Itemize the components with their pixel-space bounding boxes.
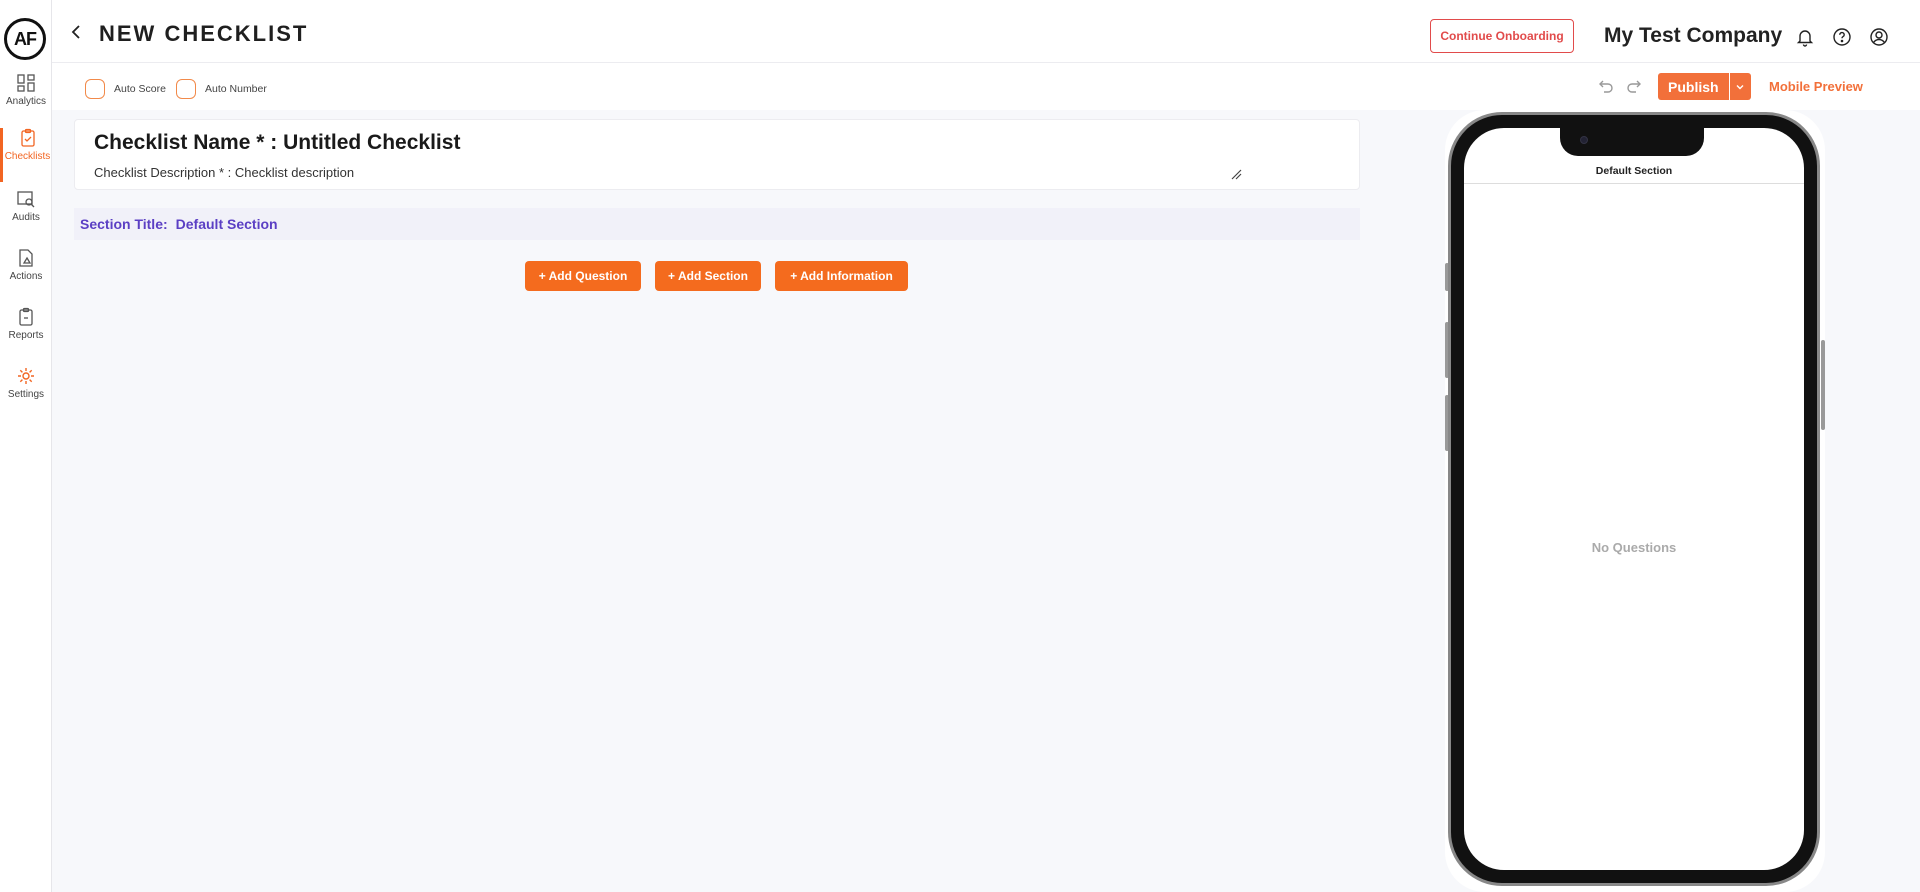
- gear-icon: [18, 368, 34, 384]
- mobile-preview-link[interactable]: Mobile Preview: [1769, 79, 1863, 94]
- top-header: NEW CHECKLIST Continue Onboarding My Tes…: [52, 0, 1920, 63]
- checkbox-box[interactable]: [85, 79, 105, 99]
- section-title-label: Section Title:: [80, 216, 168, 232]
- phone-screen: Default Section No Questions: [1464, 128, 1804, 870]
- sidebar-item-label: Analytics: [5, 96, 46, 107]
- page-title: NEW CHECKLIST: [99, 21, 309, 46]
- redo-icon[interactable]: [1625, 76, 1645, 96]
- audit-icon: [17, 191, 35, 208]
- auto-number-checkbox[interactable]: Auto Number: [176, 79, 267, 99]
- add-section-button[interactable]: + Add Section: [655, 261, 761, 291]
- continue-onboarding-button[interactable]: Continue Onboarding: [1430, 19, 1574, 53]
- company-name[interactable]: My Test Company: [1604, 24, 1782, 48]
- auto-score-checkbox[interactable]: Auto Score: [85, 79, 166, 99]
- help-icon[interactable]: [1832, 27, 1852, 47]
- auto-number-label: Auto Number: [205, 83, 267, 95]
- analytics-icon: [17, 74, 35, 92]
- back-arrow-icon[interactable]: [69, 25, 83, 39]
- divider: [1464, 183, 1804, 184]
- checklist-header-card: Checklist Name * : Untitled Checklist Ch…: [74, 119, 1360, 190]
- checkbox-box[interactable]: [176, 79, 196, 99]
- preview-section-title: Default Section: [1595, 165, 1673, 177]
- section-title-bar[interactable]: Section Title: Default Section: [74, 208, 1360, 240]
- sidebar-item-analytics[interactable]: Analytics: [0, 73, 52, 127]
- sidebar-item-reports[interactable]: Reports: [0, 307, 52, 361]
- checklist-name-field[interactable]: Checklist Name * : Untitled Checklist: [94, 131, 460, 155]
- camera-icon: [1580, 136, 1588, 144]
- add-question-button[interactable]: + Add Question: [525, 261, 641, 291]
- sidebar-item-label: Settings: [7, 389, 45, 400]
- chevron-down-icon: [1736, 84, 1744, 89]
- checklist-description-field[interactable]: Checklist Description * : Checklist desc…: [94, 165, 354, 180]
- sidebar: AF Analytics Checklists Audits Actions R…: [0, 0, 52, 892]
- checklist-icon: [20, 128, 35, 147]
- publish-button-group: Publish: [1658, 73, 1751, 100]
- sidebar-item-settings[interactable]: Settings: [0, 366, 52, 420]
- publish-dropdown-button[interactable]: [1728, 73, 1751, 100]
- report-icon: [19, 307, 33, 326]
- builder-toolbar: Auto Score Auto Number Publish Mobile Pr…: [52, 63, 1920, 110]
- user-account-icon[interactable]: [1869, 27, 1889, 47]
- section-title-value[interactable]: Default Section: [176, 216, 278, 232]
- undo-icon[interactable]: [1595, 76, 1615, 96]
- phone-side-button: [1821, 340, 1825, 430]
- resize-handle-icon[interactable]: [1230, 168, 1242, 180]
- bell-icon[interactable]: [1795, 27, 1815, 47]
- phone-notch: [1560, 128, 1704, 156]
- sidebar-item-audits[interactable]: Audits: [0, 189, 52, 243]
- sidebar-item-actions[interactable]: Actions: [0, 248, 52, 302]
- sidebar-item-checklists[interactable]: Checklists: [0, 128, 52, 182]
- phone-frame: Default Section No Questions: [1448, 112, 1820, 886]
- sidebar-item-label: Checklists: [4, 151, 51, 162]
- add-information-button[interactable]: + Add Information: [775, 261, 908, 291]
- mobile-preview-panel: Default Section No Questions: [1445, 110, 1825, 892]
- app-logo[interactable]: AF: [4, 18, 46, 60]
- auto-score-label: Auto Score: [114, 83, 166, 95]
- sidebar-item-label: Audits: [12, 212, 40, 223]
- sidebar-item-label: Actions: [9, 271, 43, 282]
- action-icon: [19, 249, 33, 267]
- empty-state-text: No Questions: [1591, 540, 1677, 555]
- publish-button[interactable]: Publish: [1658, 73, 1729, 100]
- sidebar-item-label: Reports: [8, 330, 44, 341]
